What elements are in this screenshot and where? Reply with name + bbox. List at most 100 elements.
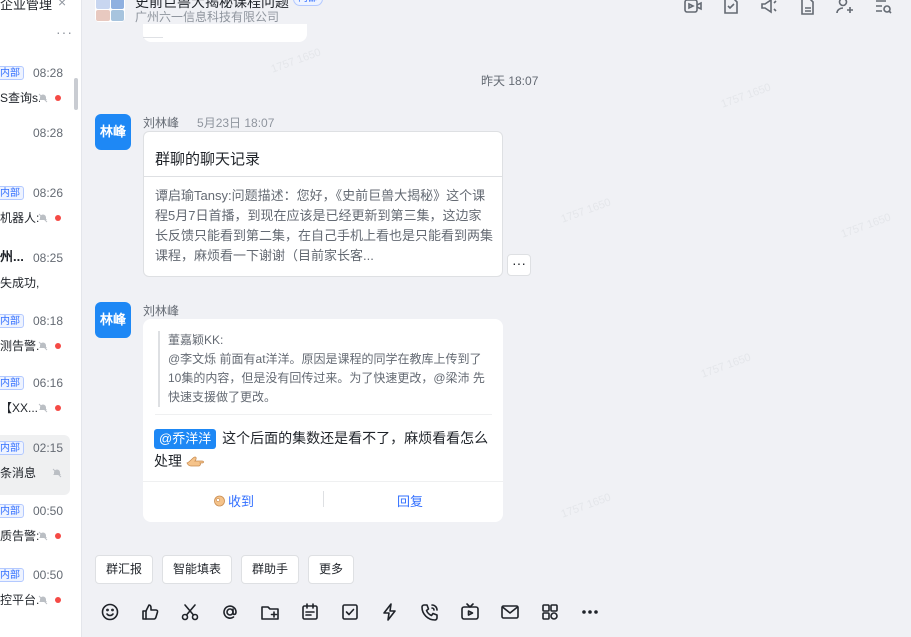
reply-button[interactable]: 回复 [397,491,423,510]
conversation-preview: 质告警: ... [0,529,40,543]
internal-tag: 内部 [0,186,24,200]
unread-dot [55,533,61,539]
more-button[interactable]: 更多 [308,555,355,584]
conversation-list: 企业管理 × ··· 内部 S查询s... 08:28 08:28 内部机器人:...0… [0,0,82,637]
mute-icon [38,529,48,541]
quote-text: @李文烁 前面有at洋洋。原因是课程的同学在教库上传到了10集的内容，但是没有回… [168,352,485,404]
emoji-icon[interactable] [100,602,120,622]
conversation-time: 06:16 [33,376,64,390]
conversation-preview: 控平台... [0,593,40,607]
conversation-time: 08:28 [33,126,64,140]
unread-dot [55,405,61,411]
internal-badge: 内部 [293,0,323,6]
quote-author: 董嘉颖KK: [168,333,224,347]
group-avatar[interactable] [95,0,125,22]
mute-icon [52,466,62,478]
merged-chat-record-card[interactable]: 群聊的聊天记录 谭启瑜Tansy:问题描述：您好，《史前巨兽大揭秘》这个课程5月… [143,131,503,277]
conversation-time: 02:15 [33,441,64,455]
received-button[interactable]: 收到 [213,491,254,510]
conversation-item[interactable]: 内部 S查询s... 08:28 [0,60,80,120]
task-icon[interactable] [721,0,741,16]
message-more-button[interactable]: ··· [507,254,531,276]
internal-tag: 内部 [0,568,24,582]
more-icon[interactable] [580,602,600,622]
conversation-preview: 条消息 [0,466,37,480]
internal-tag: 内部 [0,376,24,390]
quoted-message[interactable]: 董嘉颖KK: @李文烁 前面有at洋洋。原因是课程的同学在教库上传到了10集的内… [158,331,493,407]
group-assistant-button[interactable]: 群助手 [241,555,300,584]
mail-icon[interactable] [500,602,520,622]
conversation-item[interactable]: 州...失成功,...08:25 [0,245,80,305]
scissors-icon[interactable] [180,602,200,622]
mute-icon [38,211,48,223]
unread-dot [55,215,61,221]
conversation-item[interactable]: 08:28 [0,120,80,180]
unread-dot [55,95,61,101]
internal-tag: 内部 [0,66,24,80]
folder-add-icon[interactable] [260,602,280,622]
unread-dot [55,343,61,349]
conversation-preview: 失成功,... [0,276,40,290]
conversation-item[interactable]: 内部条消息 02:15 [0,435,70,495]
mute-icon [38,593,48,605]
conversation-time: 08:28 [33,66,64,80]
smart-form-button[interactable]: 智能填表 [162,555,233,584]
thumbs-up-icon[interactable] [140,602,160,622]
conversation-preview: 测告警... [0,339,40,353]
mention-tag[interactable]: @乔洋洋 [154,429,217,449]
conversation-item[interactable]: 内部质告警: ... 00:50 [0,498,80,558]
watermark: 1757 1650 [269,46,323,76]
announcement-icon[interactable] [759,0,779,16]
sender-name[interactable]: 刘林峰 [143,116,179,130]
conversation-item[interactable]: 内部机器人:... 08:26 [0,180,80,240]
calendar-icon[interactable] [300,602,320,622]
pointing-hand-icon [186,452,206,467]
conversation-item[interactable]: 内部测告警... 08:18 [0,308,80,368]
document-icon[interactable] [797,0,817,16]
mute-icon [38,339,48,351]
card-body: 谭启瑜Tansy:问题描述：您好，《史前巨兽大揭秘》这个课程5月7日首播，到现在… [155,188,493,263]
apps-icon[interactable] [540,602,560,622]
phone-icon[interactable] [420,602,440,622]
conversation-time: 08:26 [33,186,64,200]
watermark: 1757 1650 [839,211,893,241]
live-icon[interactable] [460,602,480,622]
close-icon[interactable]: × [58,0,66,10]
more-icon[interactable]: ··· [56,24,73,40]
avatar[interactable]: 林峰 [95,302,131,338]
conversation-item[interactable]: 内部【XX... 06:16 [0,370,80,430]
conversation-time: 00:50 [33,504,64,518]
watermark: 1757 1650 [699,351,753,381]
message-sender: 刘林峰 [143,302,179,319]
conversation-preview: 【XX... [0,401,39,415]
add-member-icon[interactable] [835,0,855,16]
checkbox-icon[interactable] [340,602,360,622]
mute-icon [38,91,48,103]
group-report-button[interactable]: 群汇报 [95,555,154,584]
group-organization: 广州六一信息科技有限公司 [135,10,280,24]
video-icon[interactable] [683,0,703,16]
avatar[interactable]: 林峰 [95,114,131,150]
watermark: 1757 1650 [719,81,773,111]
lightning-icon[interactable] [380,602,400,622]
conversation-list-title: 企业管理 [0,0,53,12]
at-icon[interactable] [220,602,240,622]
conversation-time: 08:18 [33,314,64,328]
conversation-time: 00:50 [33,568,64,582]
message-text: @乔洋洋 这个后面的集数还是看不了，麻烦看看怎么处理 [154,427,489,473]
search-history-icon[interactable] [873,0,893,16]
conversation-preview: S查询s... [0,91,40,105]
mute-icon [38,401,48,413]
internal-tag: 内部 [0,314,24,328]
watermark: 1757 1650 [559,491,613,521]
input-toolbar [100,602,600,622]
watermark: 1757 1650 [559,196,613,226]
internal-tag: 内部 [0,441,24,455]
unread-dot [55,597,61,603]
received-label: 收到 [228,494,255,509]
card-title: 群聊的聊天记录 [155,151,261,168]
sender-name[interactable]: 刘林峰 [143,304,179,318]
previous-message-card[interactable] [143,24,307,42]
conversation-item[interactable]: 内部控平台... 00:50 [0,562,80,622]
reply-message-card: 董嘉颖KK: @李文烁 前面有at洋洋。原因是课程的同学在教库上传到了10集的内… [143,319,503,522]
